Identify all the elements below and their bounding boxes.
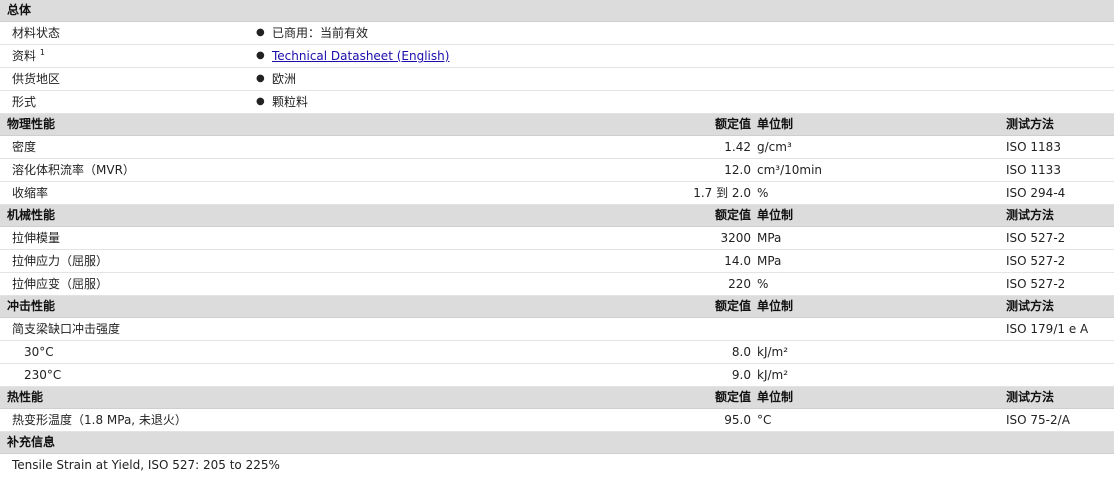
section-title: 物理性能 xyxy=(7,117,56,131)
row-unit: MPa xyxy=(757,231,782,245)
row-label: 形式 xyxy=(12,95,37,109)
row-label: 密度 xyxy=(12,140,37,154)
footnote-marker: 1 xyxy=(39,48,45,57)
column-header-unit: 单位制 xyxy=(757,299,794,313)
row-label: 供货地区 xyxy=(12,72,61,86)
row-unit: g/cm³ xyxy=(757,140,792,154)
row-unit: MPa xyxy=(757,254,782,268)
table-row: 收缩率 1.7 到 2.0 % ISO 294-4 xyxy=(0,182,1114,205)
row-label: 230°C xyxy=(24,368,62,382)
table-row: 30°C 8.0 kJ/m² xyxy=(0,341,1114,364)
row-unit: kJ/m² xyxy=(757,368,789,382)
row-value: 欧洲 xyxy=(272,72,297,86)
table-row: 溶化体积流率（MVR） 12.0 cm³/10min ISO 1133 xyxy=(0,159,1114,182)
row-test-method: ISO 1133 xyxy=(1006,163,1061,177)
row-value: 已商用：当前有效 xyxy=(272,26,369,40)
row-test-method: ISO 527-2 xyxy=(1006,254,1066,268)
section-title: 热性能 xyxy=(7,390,44,404)
section-header-mechanical: 机械性能 额定值 单位制 测试方法 xyxy=(0,205,1114,227)
row-label: 拉伸应力（屈服） xyxy=(12,254,109,268)
supplementary-note: Tensile Strain at Yield, ISO 527: 205 to… xyxy=(12,458,280,472)
column-header-value: 额定值 xyxy=(714,390,751,404)
column-header-unit: 单位制 xyxy=(757,117,794,131)
row-label: 材料状态 xyxy=(12,26,61,40)
row-label: 拉伸应变（屈服） xyxy=(12,277,109,291)
table-row: 材料状态 ● 已商用：当前有效 xyxy=(0,22,1114,45)
section-header-impact: 冲击性能 额定值 单位制 测试方法 xyxy=(0,296,1114,318)
table-row: 简支梁缺口冲击强度 ISO 179/1 e A xyxy=(0,318,1114,341)
row-test-method: ISO 179/1 e A xyxy=(1006,322,1089,336)
row-unit: cm³/10min xyxy=(757,163,823,177)
row-label: 30°C xyxy=(24,345,54,359)
row-label: 资料 1 xyxy=(12,48,45,63)
row-value: 95.0 xyxy=(724,413,751,427)
column-header-unit: 单位制 xyxy=(757,208,794,222)
row-value: 12.0 xyxy=(724,163,751,177)
table-row: 拉伸应变（屈服） 220 % ISO 527-2 xyxy=(0,273,1114,296)
section-title: 总体 xyxy=(7,3,32,17)
section-header-general: 总体 xyxy=(0,0,1114,22)
section-title: 冲击性能 xyxy=(7,299,56,313)
table-row: 形式 ● 颗粒料 xyxy=(0,91,1114,114)
row-value: 220 xyxy=(728,277,751,291)
row-label: 收缩率 xyxy=(12,186,49,200)
bullet-icon: ● xyxy=(256,27,265,38)
bullet-icon: ● xyxy=(256,50,265,61)
table-row: 拉伸模量 3200 MPa ISO 527-2 xyxy=(0,227,1114,250)
section-header-supplementary: 补充信息 xyxy=(0,432,1114,454)
row-value: 14.0 xyxy=(724,254,751,268)
table-row: 资料 1 ● Technical Datasheet (English) xyxy=(0,45,1114,68)
datasheet-link[interactable]: Technical Datasheet (English) xyxy=(272,45,449,67)
row-test-method: ISO 527-2 xyxy=(1006,231,1066,245)
section-header-physical: 物理性能 额定值 单位制 测试方法 xyxy=(0,114,1114,136)
table-row: 热变形温度（1.8 MPa, 未退火） 95.0 °C ISO 75-2/A xyxy=(0,409,1114,432)
row-unit: kJ/m² xyxy=(757,345,789,359)
bullet-icon: ● xyxy=(256,73,265,84)
table-row: Tensile Strain at Yield, ISO 527: 205 to… xyxy=(0,454,1114,477)
row-unit: % xyxy=(757,277,769,291)
row-label: 溶化体积流率（MVR） xyxy=(12,163,135,177)
table-row: 230°C 9.0 kJ/m² xyxy=(0,364,1114,387)
section-title: 机械性能 xyxy=(7,208,56,222)
row-unit: °C xyxy=(757,413,772,427)
column-header-value: 额定值 xyxy=(714,299,751,313)
section-title: 补充信息 xyxy=(7,435,56,449)
row-label: 热变形温度（1.8 MPa, 未退火） xyxy=(12,413,187,427)
row-value: 8.0 xyxy=(731,345,751,359)
row-label: 简支梁缺口冲击强度 xyxy=(12,322,121,336)
table-row: 密度 1.42 g/cm³ ISO 1183 xyxy=(0,136,1114,159)
row-test-method: ISO 294-4 xyxy=(1006,186,1066,200)
column-header-test: 测试方法 xyxy=(1006,208,1055,222)
table-row: 拉伸应力（屈服） 14.0 MPa ISO 527-2 xyxy=(0,250,1114,273)
row-test-method: ISO 527-2 xyxy=(1006,277,1066,291)
column-header-value: 额定值 xyxy=(714,117,751,131)
row-value: 3200 xyxy=(720,231,751,245)
bullet-icon: ● xyxy=(256,96,265,107)
row-value: 9.0 xyxy=(731,368,751,382)
row-value: 1.7 到 2.0 xyxy=(693,186,751,200)
column-header-test: 测试方法 xyxy=(1006,117,1055,131)
row-test-method: ISO 1183 xyxy=(1006,140,1061,154)
section-header-thermal: 热性能 额定值 单位制 测试方法 xyxy=(0,387,1114,409)
row-unit: % xyxy=(757,186,769,200)
row-test-method: ISO 75-2/A xyxy=(1006,413,1070,427)
table-row: 供货地区 ● 欧洲 xyxy=(0,68,1114,91)
row-value: 颗粒料 xyxy=(272,95,309,109)
column-header-test: 测试方法 xyxy=(1006,390,1055,404)
datasheet-table: 总体 材料状态 ● 已商用：当前有效 资料 1 ● Technical Data… xyxy=(0,0,1114,477)
row-value: 1.42 xyxy=(724,140,751,154)
column-header-value: 额定值 xyxy=(714,208,751,222)
row-label: 拉伸模量 xyxy=(12,231,61,245)
column-header-test: 测试方法 xyxy=(1006,299,1055,313)
column-header-unit: 单位制 xyxy=(757,390,794,404)
